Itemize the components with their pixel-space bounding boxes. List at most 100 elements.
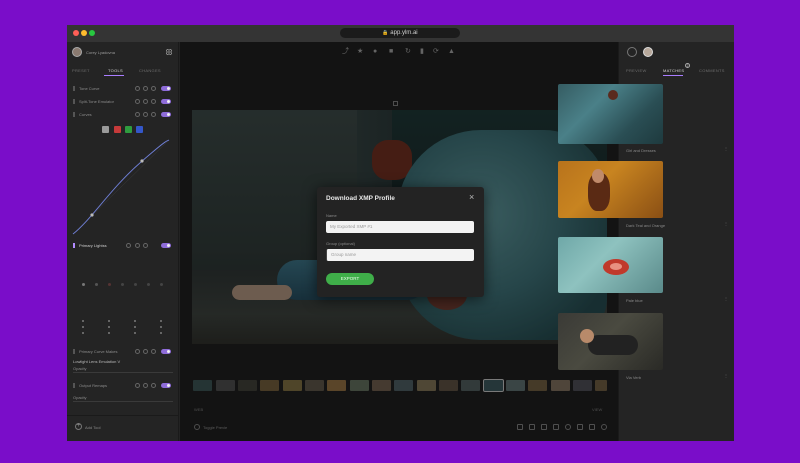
visibility-icon[interactable] xyxy=(151,86,156,91)
reset-icon[interactable] xyxy=(135,243,140,248)
export-button[interactable]: EXPORT xyxy=(326,273,374,285)
gear-icon[interactable] xyxy=(627,47,637,57)
curve-channel-r[interactable] xyxy=(114,126,121,133)
reset-icon[interactable] xyxy=(143,112,148,117)
tool-toggle[interactable] xyxy=(161,86,171,91)
user-name[interactable]: Corey Lyadovna xyxy=(86,50,115,55)
opacity-slider[interactable] xyxy=(73,372,173,373)
curve-channel-g[interactable] xyxy=(125,126,132,133)
match-title[interactable]: Dark Teal and Orange xyxy=(626,223,665,228)
visibility-icon[interactable] xyxy=(143,243,148,248)
url-text: app.ylm.ai xyxy=(390,30,418,36)
group-field[interactable]: Group name xyxy=(326,249,474,261)
tab-tools-underline xyxy=(104,75,124,76)
drag-handle-icon[interactable] xyxy=(73,243,75,248)
curve-point[interactable] xyxy=(140,159,144,163)
close-window-icon[interactable] xyxy=(73,30,79,36)
name-field[interactable]: My Exported XMP #1 xyxy=(326,221,474,233)
drag-handle-icon[interactable] xyxy=(73,349,75,354)
curve-point[interactable] xyxy=(90,213,94,217)
tool-toggle[interactable] xyxy=(161,243,171,248)
tool-label: Tone Curve xyxy=(79,86,100,91)
tool-toggle[interactable] xyxy=(161,349,171,354)
more-icon[interactable]: ⋮ xyxy=(724,146,728,151)
close-icon[interactable]: × xyxy=(469,193,474,202)
divider xyxy=(67,415,179,416)
window-titlebar: 🔒 app.ylm.ai xyxy=(67,25,734,42)
group-label: Group (optional) xyxy=(326,241,355,246)
more-icon[interactable]: ⋮ xyxy=(724,221,728,226)
settings-icon[interactable] xyxy=(135,112,140,117)
visibility-icon[interactable] xyxy=(151,383,156,388)
match-title[interactable]: Girl and Dresses xyxy=(626,148,656,153)
tab-matches[interactable]: MATCHES xyxy=(663,68,684,73)
visibility-icon[interactable] xyxy=(151,99,156,104)
grid-icon[interactable] xyxy=(166,49,172,55)
download-xmp-modal: Download XMP Profile × Name My Exported … xyxy=(317,187,484,297)
matches-badge: 2 xyxy=(685,63,690,68)
primary-values-grid xyxy=(82,320,172,336)
opacity-label: Opacity xyxy=(73,366,87,371)
add-icon[interactable]: + xyxy=(75,423,82,430)
settings-icon[interactable] xyxy=(135,349,140,354)
reset-icon[interactable] xyxy=(143,99,148,104)
avatar[interactable] xyxy=(643,47,653,57)
tab-comments[interactable]: COMMENTS xyxy=(699,68,725,73)
more-icon[interactable]: ⋮ xyxy=(724,296,728,301)
match-image[interactable] xyxy=(558,161,663,218)
drag-handle-icon[interactable] xyxy=(73,86,75,91)
tool-label: Primary Curve Makes xyxy=(79,349,118,354)
tool-toggle[interactable] xyxy=(161,99,171,104)
tool-row-split-tone[interactable]: Split-Tone Emulator xyxy=(71,98,175,106)
match-image[interactable] xyxy=(558,237,663,293)
tool-row-tone-curve[interactable]: Tone Curve xyxy=(71,85,175,93)
modal-title: Download XMP Profile xyxy=(326,195,395,202)
lens-emulation-label[interactable]: Lowlight Lens Emulation V xyxy=(73,359,120,364)
tab-preview[interactable]: PREVIEW xyxy=(626,68,647,73)
opacity-label: Opacity xyxy=(73,395,87,400)
drag-handle-icon[interactable] xyxy=(73,99,75,104)
curve-graph[interactable] xyxy=(71,138,173,236)
curve-channel-b[interactable] xyxy=(136,126,143,133)
reset-icon[interactable] xyxy=(143,383,148,388)
drag-handle-icon[interactable] xyxy=(73,383,75,388)
drag-handle-icon[interactable] xyxy=(73,112,75,117)
visibility-icon[interactable] xyxy=(151,112,156,117)
reset-icon[interactable] xyxy=(143,86,148,91)
tool-label: Primary Lightss xyxy=(79,243,107,248)
match-title[interactable]: Via Verb xyxy=(626,375,641,380)
opacity-slider[interactable] xyxy=(73,401,173,402)
tool-row-primary-curve[interactable]: Primary Curve Makes xyxy=(71,348,175,356)
tool-row-output[interactable]: Output Remaps xyxy=(71,382,175,390)
name-label: Name xyxy=(326,213,337,218)
tool-label: Output Remaps xyxy=(79,383,108,388)
tool-label: Curves xyxy=(79,112,92,117)
avatar[interactable] xyxy=(72,47,82,57)
tool-label: Split-Tone Emulator xyxy=(79,99,114,104)
tool-toggle[interactable] xyxy=(161,112,171,117)
color-swatch-row[interactable] xyxy=(82,283,172,286)
settings-icon[interactable] xyxy=(126,243,131,248)
tool-row-curves[interactable]: Curves xyxy=(71,111,175,119)
tool-toggle[interactable] xyxy=(161,383,171,388)
settings-icon[interactable] xyxy=(135,99,140,104)
tab-tools[interactable]: TOOLS xyxy=(108,68,123,73)
more-icon[interactable]: ⋮ xyxy=(724,373,728,378)
match-image[interactable] xyxy=(558,313,663,370)
maximize-window-icon[interactable] xyxy=(89,30,95,36)
curve-channel-rgb[interactable] xyxy=(102,126,109,133)
tool-row-primary-lights[interactable]: Primary Lightss xyxy=(71,242,175,250)
lock-icon: 🔒 xyxy=(382,30,389,36)
tab-matches-underline xyxy=(663,75,683,76)
visibility-icon[interactable] xyxy=(151,349,156,354)
settings-icon[interactable] xyxy=(135,86,140,91)
tab-preset[interactable]: PRESET xyxy=(72,68,90,73)
settings-icon[interactable] xyxy=(135,383,140,388)
reset-icon[interactable] xyxy=(143,349,148,354)
match-title[interactable]: Pale blue xyxy=(626,298,643,303)
add-tool-button[interactable]: Add Tool xyxy=(85,425,101,430)
match-image[interactable] xyxy=(558,84,663,144)
minimize-window-icon[interactable] xyxy=(81,30,87,36)
address-bar[interactable]: 🔒 app.ylm.ai xyxy=(340,28,460,38)
tab-changes[interactable]: CHANGES xyxy=(139,68,161,73)
